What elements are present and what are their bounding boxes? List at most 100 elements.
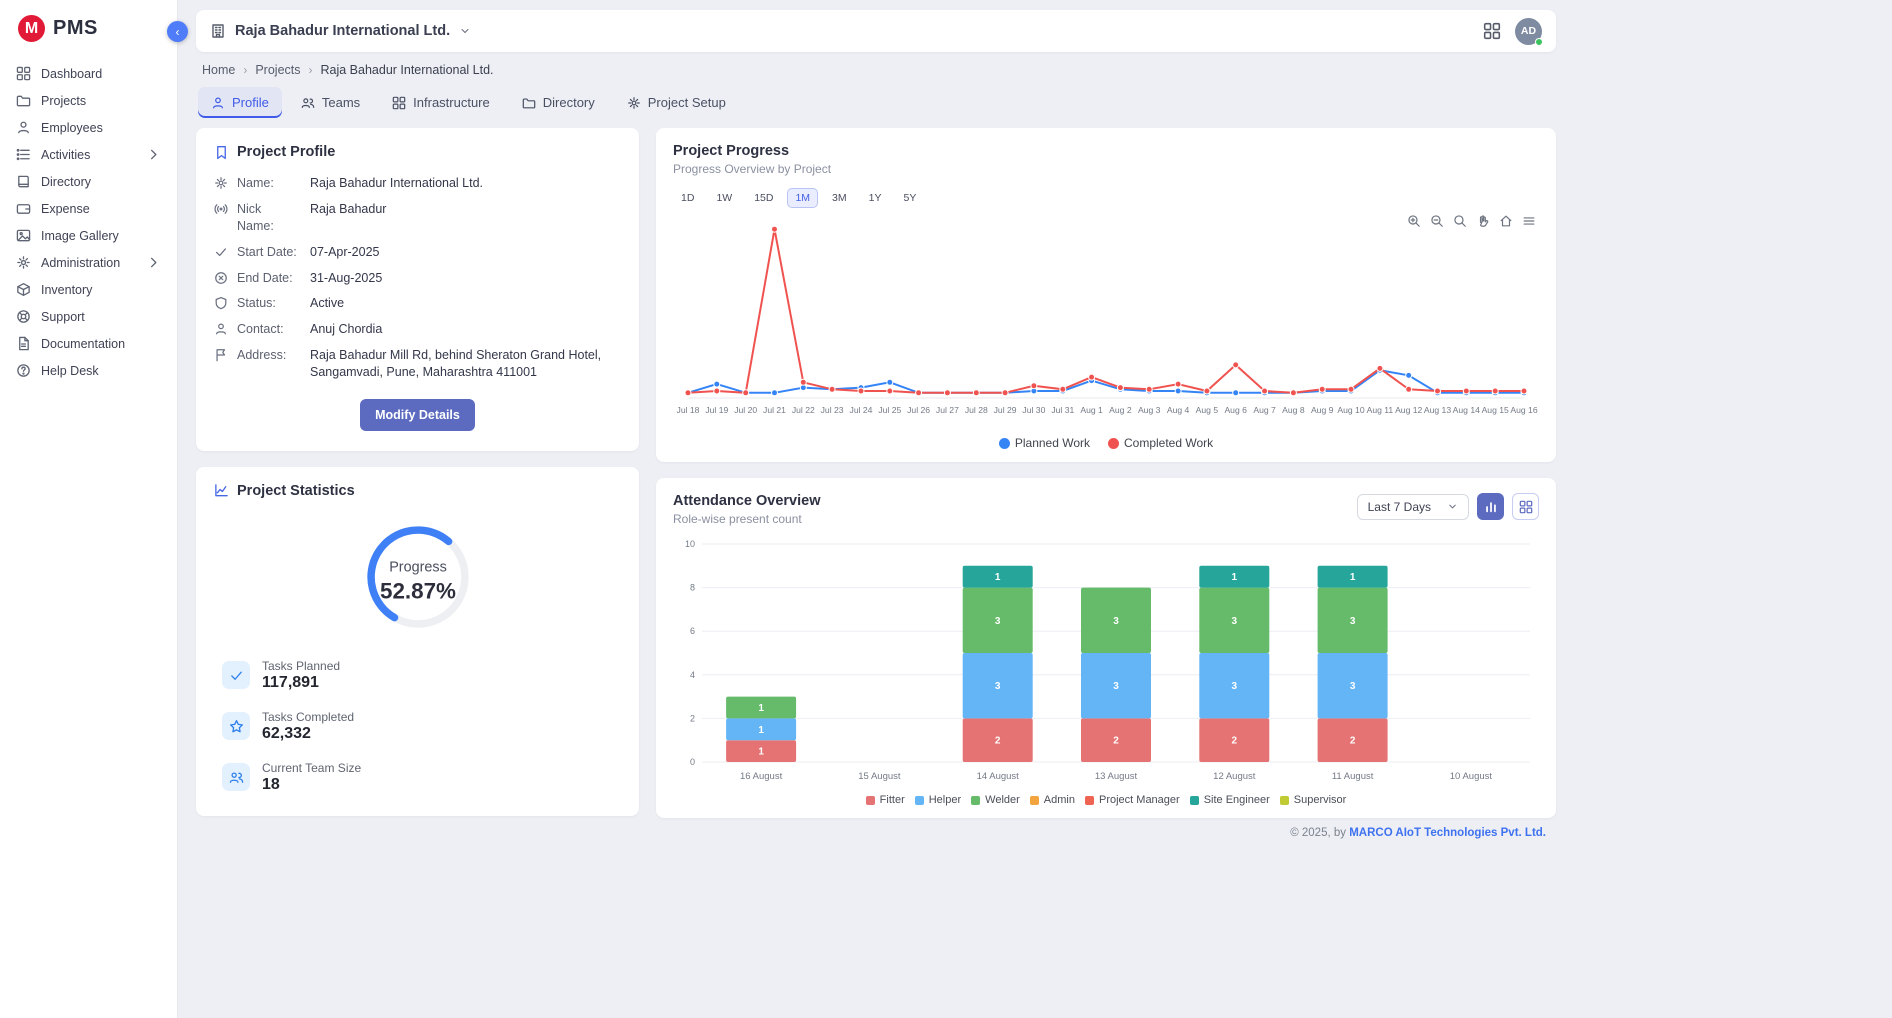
legend-item[interactable]: Admin <box>1030 794 1075 806</box>
svg-text:6: 6 <box>690 626 695 636</box>
sidebar-item-label: Employees <box>41 121 103 135</box>
svg-text:1: 1 <box>758 703 764 714</box>
svg-text:15 August: 15 August <box>858 771 901 782</box>
pan-icon[interactable] <box>1476 214 1490 228</box>
breadcrumb-home[interactable]: Home <box>202 63 235 77</box>
sidebar-item-documentation[interactable]: Documentation <box>0 330 177 357</box>
svg-text:16 August: 16 August <box>740 771 783 782</box>
zoom-in-icon[interactable] <box>1407 214 1421 228</box>
range-1w[interactable]: 1W <box>708 188 740 208</box>
card-subtitle: Role-wise present count <box>673 512 820 526</box>
sidebar-item-expense[interactable]: Expense <box>0 195 177 222</box>
svg-text:3: 3 <box>1232 616 1238 627</box>
sidebar-item-administration[interactable]: Administration <box>0 249 177 276</box>
field-contact: Contact: Anuj Chordia <box>214 321 621 338</box>
legend-label: Admin <box>1044 794 1075 806</box>
range-15d[interactable]: 15D <box>746 188 781 208</box>
tab-directory[interactable]: Directory <box>509 87 608 118</box>
svg-text:Jul 27: Jul 27 <box>936 405 959 415</box>
attendance-chart[interactable]: 024681011116 August15 August233114 Augus… <box>673 536 1539 788</box>
svg-text:Jul 22: Jul 22 <box>792 405 815 415</box>
zoom-out-icon[interactable] <box>1430 214 1444 228</box>
sidebar-item-employees[interactable]: Employees <box>0 114 177 141</box>
stat-label: Current Team Size <box>262 761 361 775</box>
modify-details-button[interactable]: Modify Details <box>360 399 475 431</box>
field-value: Raja Bahadur Mill Rd, behind Sheraton Gr… <box>310 347 610 381</box>
legend-item[interactable]: Site Engineer <box>1190 794 1270 806</box>
legend-item[interactable]: Fitter <box>866 794 905 806</box>
legend-item[interactable]: Supervisor <box>1280 794 1347 806</box>
selection-zoom-icon[interactable] <box>1453 214 1467 228</box>
sidebar-item-label: Projects <box>41 94 86 108</box>
sidebar-item-support[interactable]: Support <box>0 303 177 330</box>
range-1y[interactable]: 1Y <box>861 188 890 208</box>
activities-icon <box>16 147 31 162</box>
tab-infrastructure[interactable]: Infrastructure <box>379 87 503 118</box>
svg-text:3: 3 <box>995 616 1001 627</box>
field-value: 31-Aug-2025 <box>310 270 382 287</box>
breadcrumb-projects[interactable]: Projects <box>255 63 300 77</box>
range-1m[interactable]: 1M <box>787 188 818 208</box>
table-view-button[interactable] <box>1512 493 1539 520</box>
range-buttons: 1D 1W 15D 1M 3M 1Y 5Y <box>673 188 1539 208</box>
range-5y[interactable]: 5Y <box>895 188 924 208</box>
chart-view-button[interactable] <box>1477 493 1504 520</box>
footer: © 2025, by MARCO AIoT Technologies Pvt. … <box>196 818 1556 839</box>
app-logo[interactable]: M PMS <box>0 0 177 56</box>
x-circle-icon <box>214 271 228 285</box>
sidebar-collapse-button[interactable]: ‹ <box>167 21 188 42</box>
building-icon <box>210 23 226 39</box>
card-title: Project Profile <box>237 144 335 160</box>
svg-text:Aug 2: Aug 2 <box>1109 405 1132 415</box>
legend-label: Helper <box>929 794 961 806</box>
svg-text:Aug 10: Aug 10 <box>1337 405 1364 415</box>
svg-text:Aug 11: Aug 11 <box>1367 405 1394 415</box>
user-avatar[interactable]: AD <box>1515 18 1542 45</box>
sidebar-item-label: Image Gallery <box>41 229 119 243</box>
select-value: Last 7 Days <box>1368 500 1431 514</box>
sidebar-item-projects[interactable]: Projects <box>0 87 177 114</box>
svg-text:2: 2 <box>995 736 1001 747</box>
svg-text:3: 3 <box>1232 681 1238 692</box>
person-icon <box>214 322 228 336</box>
attendance-overview-card: Attendance Overview Role-wise present co… <box>656 478 1556 818</box>
tab-profile[interactable]: Profile <box>198 87 282 118</box>
legend-item[interactable]: Helper <box>915 794 961 806</box>
legend-label: Supervisor <box>1294 794 1347 806</box>
company-selector[interactable]: Raja Bahadur International Ltd. <box>210 23 471 39</box>
range-3m[interactable]: 3M <box>824 188 855 208</box>
legend-item[interactable]: Welder <box>971 794 1020 806</box>
range-1d[interactable]: 1D <box>673 188 702 208</box>
footer-link[interactable]: MARCO AIoT Technologies Pvt. Ltd. <box>1349 827 1546 839</box>
tab-teams[interactable]: Teams <box>288 87 373 118</box>
reset-home-icon[interactable] <box>1499 214 1513 228</box>
sidebar-item-activities[interactable]: Activities <box>0 141 177 168</box>
svg-text:8: 8 <box>690 583 695 593</box>
legend-item[interactable]: Planned Work <box>999 436 1090 450</box>
project-progress-chart[interactable]: Jul 18Jul 19Jul 20Jul 21Jul 22Jul 23Jul … <box>673 212 1539 430</box>
svg-text:Aug 15: Aug 15 <box>1482 405 1509 415</box>
bar-chart-icon <box>1484 500 1498 514</box>
sidebar-item-label: Dashboard <box>41 67 102 81</box>
date-range-select[interactable]: Last 7 Days <box>1357 494 1469 520</box>
svg-text:2: 2 <box>1113 736 1119 747</box>
company-name: Raja Bahadur International Ltd. <box>235 23 450 39</box>
legend-label: Fitter <box>880 794 905 806</box>
sidebar-item-dashboard[interactable]: Dashboard <box>0 60 177 87</box>
sidebar-item-image-gallery[interactable]: Image Gallery <box>0 222 177 249</box>
legend-item[interactable]: Completed Work <box>1108 436 1213 450</box>
stat-label: Tasks Planned <box>262 659 340 673</box>
apps-grid-icon[interactable] <box>1483 22 1501 40</box>
menu-icon[interactable] <box>1522 214 1536 228</box>
top-header: Raja Bahadur International Ltd. AD <box>196 10 1556 52</box>
tab-project-setup[interactable]: Project Setup <box>614 87 739 118</box>
sidebar-item-inventory[interactable]: Inventory <box>0 276 177 303</box>
project-statistics-card: Project Statistics Progress 52.87% <box>196 467 639 816</box>
stat-label: Tasks Completed <box>262 710 354 724</box>
legend-item[interactable]: Project Manager <box>1085 794 1180 806</box>
teams-icon <box>301 96 315 110</box>
svg-text:Jul 24: Jul 24 <box>850 405 873 415</box>
sidebar-item-help-desk[interactable]: Help Desk <box>0 357 177 384</box>
sidebar-item-directory[interactable]: Directory <box>0 168 177 195</box>
card-subtitle: Progress Overview by Project <box>673 162 1539 176</box>
